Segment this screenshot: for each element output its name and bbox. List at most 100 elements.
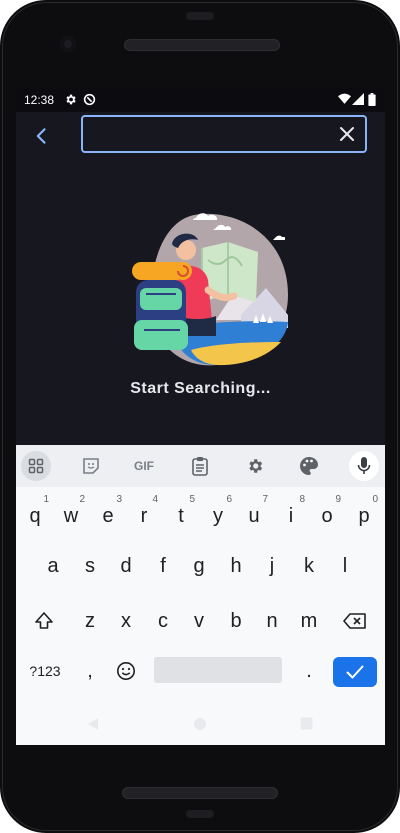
key-z[interactable]: z <box>73 603 107 639</box>
period-key[interactable]: . <box>292 653 326 689</box>
key-hint: 6 <box>226 494 232 505</box>
key-label: , <box>87 660 93 682</box>
key-label: y <box>213 505 223 527</box>
backspace-icon <box>343 613 366 629</box>
shift-key[interactable] <box>27 603 61 639</box>
key-label: k <box>304 555 314 577</box>
keyboard-toolbar: GIF <box>16 445 385 487</box>
close-icon <box>340 127 354 141</box>
key-u[interactable]: 7u <box>237 494 271 534</box>
nav-recents-button[interactable] <box>300 717 313 735</box>
nav-home-button[interactable] <box>193 717 207 736</box>
key-f[interactable]: f <box>146 548 180 584</box>
key-hint: 2 <box>79 494 85 505</box>
circle-home-icon <box>194 718 206 730</box>
app-screen: 12:38 Start Searching... GIF 1 q 2 w 3 e… <box>16 88 385 745</box>
sticker-button[interactable] <box>77 452 105 480</box>
key-m[interactable]: m <box>292 603 326 639</box>
key-i[interactable]: 8i <box>274 494 308 534</box>
back-button[interactable] <box>32 126 54 148</box>
key-q[interactable]: 1q <box>18 494 52 534</box>
key-w[interactable]: 2w <box>54 494 88 534</box>
key-label: i <box>288 505 294 527</box>
empty-state-message: Start Searching... <box>130 380 271 397</box>
keyboard-settings-button[interactable] <box>241 452 269 480</box>
front-camera <box>60 36 76 52</box>
search-field[interactable] <box>81 115 367 153</box>
bottom-notch <box>186 810 214 818</box>
search-input[interactable] <box>91 117 335 153</box>
phone-frame: 12:38 Start Searching... GIF 1 q 2 w 3 e… <box>0 0 400 833</box>
key-label: g <box>193 555 205 577</box>
key-label: r <box>140 505 148 527</box>
wifi-icon <box>338 93 351 108</box>
clipboard-button[interactable] <box>186 452 214 480</box>
key-l[interactable]: l <box>328 548 362 584</box>
key-c[interactable]: c <box>146 603 180 639</box>
square-recents-icon <box>300 717 313 730</box>
signal-icon <box>352 93 364 108</box>
emoji-key[interactable] <box>109 653 143 689</box>
palette-icon <box>300 457 318 475</box>
key-x[interactable]: x <box>109 603 143 639</box>
key-d[interactable]: d <box>109 548 143 584</box>
key-label: j <box>269 555 275 577</box>
gear-icon <box>249 459 263 473</box>
key-label: l <box>342 555 348 577</box>
apps-grid-button[interactable] <box>21 451 51 481</box>
traveler-illustration <box>132 213 288 366</box>
key-hint: 8 <box>299 494 305 505</box>
top-notch <box>186 12 214 20</box>
key-label: q <box>29 505 41 527</box>
key-hint: 7 <box>262 494 268 505</box>
nav-back-button[interactable] <box>87 717 99 736</box>
key-label: v <box>194 610 204 632</box>
grid-icon <box>28 458 44 474</box>
clear-search-button[interactable] <box>339 126 355 142</box>
key-label: u <box>248 505 260 527</box>
key-k[interactable]: k <box>292 548 326 584</box>
key-hint: 5 <box>189 494 195 505</box>
enter-key[interactable] <box>333 657 377 687</box>
key-hint: 9 <box>335 494 341 505</box>
comma-key[interactable]: , <box>73 653 107 689</box>
key-t[interactable]: 5t <box>164 494 198 534</box>
key-label: . <box>306 660 312 682</box>
key-label: s <box>85 555 95 577</box>
key-p[interactable]: 0p <box>347 494 381 534</box>
arrow-back-icon <box>36 128 46 144</box>
key-j[interactable]: j <box>255 548 289 584</box>
key-label: ?123 <box>29 663 61 679</box>
key-v[interactable]: v <box>182 603 216 639</box>
key-h[interactable]: h <box>219 548 253 584</box>
gif-label: GIF <box>134 459 154 473</box>
settings-gear-icon <box>64 93 77 109</box>
key-label: a <box>47 555 59 577</box>
key-r[interactable]: 4r <box>127 494 161 534</box>
key-label: b <box>230 610 242 632</box>
key-y[interactable]: 6y <box>201 494 235 534</box>
key-g[interactable]: g <box>182 548 216 584</box>
symbols-key[interactable]: ?123 <box>26 653 64 689</box>
key-label: o <box>321 505 333 527</box>
triangle-back-icon <box>88 718 98 730</box>
gif-button[interactable]: GIF <box>130 452 158 480</box>
voice-input-button[interactable] <box>349 451 379 481</box>
checkmark-icon <box>346 665 364 679</box>
backspace-key[interactable] <box>338 603 372 639</box>
battery-icon <box>368 93 376 109</box>
space-key[interactable] <box>154 657 282 683</box>
key-label: h <box>230 555 242 577</box>
key-b[interactable]: b <box>219 603 253 639</box>
key-o[interactable]: 9o <box>310 494 344 534</box>
clipboard-icon <box>192 457 208 476</box>
status-bar: 12:38 <box>16 88 385 112</box>
key-s[interactable]: s <box>73 548 107 584</box>
key-n[interactable]: n <box>255 603 289 639</box>
key-e[interactable]: 3e <box>91 494 125 534</box>
key-a[interactable]: a <box>36 548 70 584</box>
key-label: x <box>121 610 131 632</box>
key-label: d <box>120 555 132 577</box>
theme-button[interactable] <box>295 452 323 480</box>
shift-icon <box>35 612 53 629</box>
